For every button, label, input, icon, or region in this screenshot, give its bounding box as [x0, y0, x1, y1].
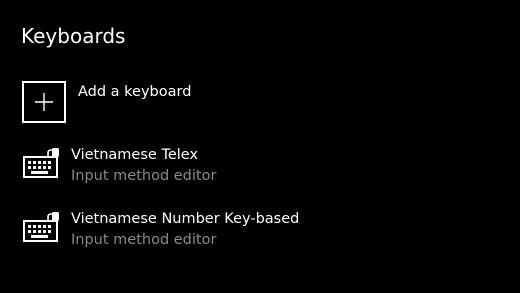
keyboard-item-vietnamese-telex[interactable]: Vietnamese Telex Input method editor [22, 145, 216, 191]
add-keyboard-button[interactable]: Add a keyboard [22, 81, 191, 123]
keyboard-name: Vietnamese Telex [71, 147, 199, 163]
keyboard-name: Vietnamese Number Key-based [71, 211, 300, 227]
plus-icon [22, 81, 66, 123]
add-keyboard-label: Add a keyboard [78, 84, 192, 100]
keyboard-icon [23, 212, 59, 242]
keyboard-icon [23, 148, 59, 178]
keyboard-description: Input method editor [71, 232, 217, 248]
keyboard-description: Input method editor [71, 168, 217, 184]
page-title: Keyboards [21, 24, 126, 48]
keyboard-item-vietnamese-number-key-based[interactable]: Vietnamese Number Key-based Input method… [22, 209, 299, 255]
